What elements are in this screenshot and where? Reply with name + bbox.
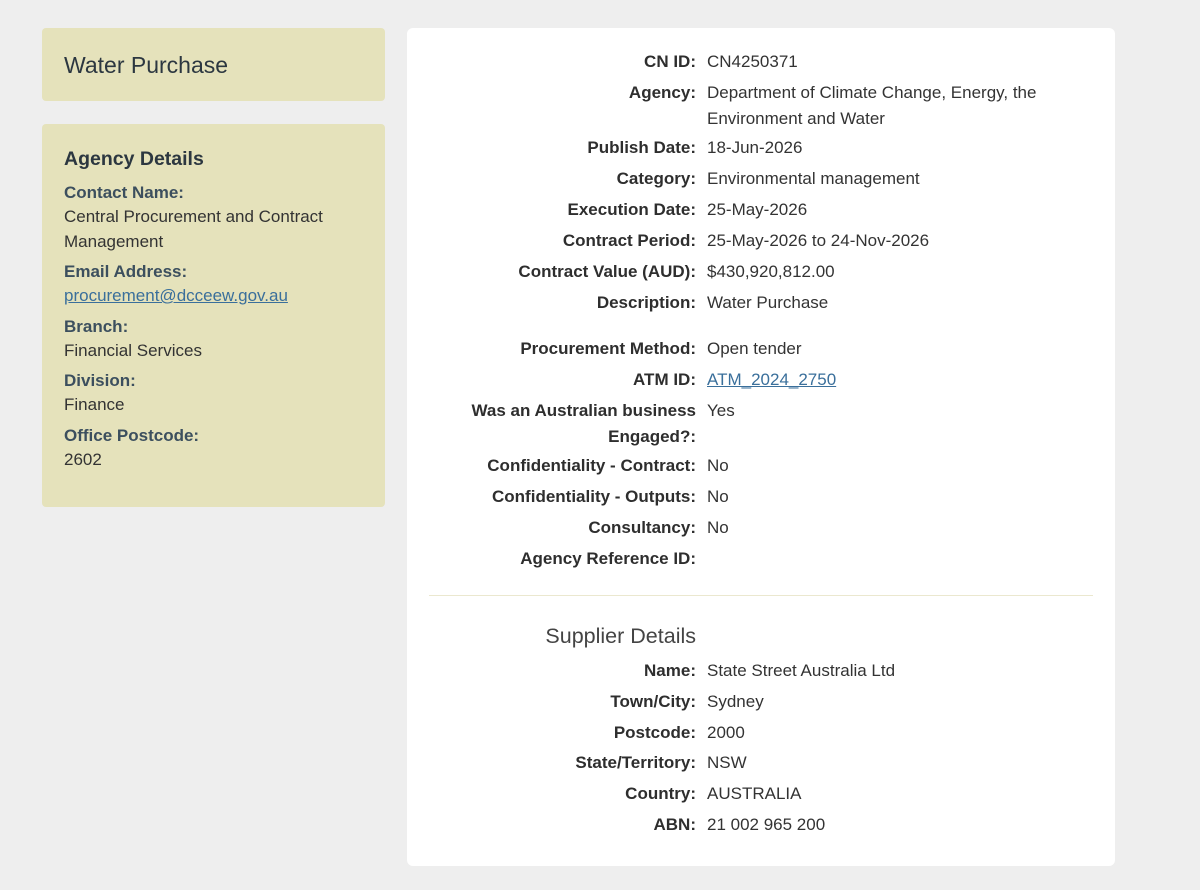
confidentiality-contract-value: No (707, 456, 729, 475)
supplier-country-value: AUSTRALIA (707, 784, 802, 803)
supplier-state-value: NSW (707, 753, 747, 772)
supplier-country-label: Country: (625, 784, 696, 803)
supplier-state-label: State/Territory: (575, 753, 696, 772)
agency-reference-label: Agency Reference ID: (520, 549, 696, 568)
supplier-name-value: State Street Australia Ltd (707, 661, 896, 680)
supplier-name-label: Name: (644, 661, 696, 680)
supplier-postcode-value: 2000 (707, 723, 745, 742)
consultancy-value: No (707, 518, 729, 537)
office-postcode-label: Office Postcode: (64, 425, 200, 445)
supplier-abn-value: 21 002 965 200 (707, 815, 826, 834)
atm-id-label: ATM ID: (633, 370, 696, 389)
supplier-town-value: Sydney (707, 692, 764, 711)
australian-business-label: Was an Australian business Engaged?: (471, 401, 696, 446)
office-postcode-value: 2602 (64, 449, 102, 469)
supplier-town-label: Town/City: (610, 692, 696, 711)
execution-date-label: Execution Date: (567, 200, 696, 219)
contract-details-panel: CN ID: CN4250371 Agency: Department of C… (407, 28, 1115, 866)
page-title: Water Purchase (64, 52, 229, 78)
publish-date-label: Publish Date: (587, 138, 696, 157)
contract-value-label: Contract Value (AUD): (518, 262, 696, 281)
page-title-panel: Water Purchase (42, 28, 385, 101)
agency-label: Agency: (628, 83, 696, 102)
cn-id-value: CN4250371 (707, 52, 798, 71)
contract-period-value: 25-May-2026 to 24-Nov-2026 (707, 231, 930, 250)
contact-name-value: Central Procurement and Contract Managem… (64, 207, 323, 251)
description-value: Water Purchase (707, 293, 829, 312)
agency-details-heading: Agency Details (64, 148, 204, 170)
contract-value-value: $430,920,812.00 (707, 262, 835, 281)
description-label: Description: (596, 293, 696, 312)
confidentiality-outputs-value: No (707, 487, 729, 506)
section-divider (429, 595, 1093, 596)
email-link[interactable]: procurement@dcceew.gov.au (64, 286, 288, 305)
supplier-postcode-label: Postcode: (613, 723, 696, 742)
branch-value: Financial Services (64, 340, 202, 360)
agency-value: Department of Climate Change, Energy, th… (707, 83, 1037, 128)
procurement-method-value: Open tender (707, 339, 802, 358)
contract-period-label: Contract Period: (562, 231, 696, 250)
cn-id-label: CN ID: (644, 52, 696, 71)
execution-date-value: 25-May-2026 (707, 200, 808, 219)
contact-name-label: Contact Name: (64, 183, 184, 202)
atm-id-link[interactable]: ATM_2024_2750 (707, 370, 836, 389)
australian-business-value: Yes (707, 401, 735, 420)
confidentiality-outputs-label: Confidentiality - Outputs: (492, 487, 696, 506)
consultancy-label: Consultancy: (588, 518, 696, 537)
supplier-details-heading: Supplier Details (545, 624, 696, 648)
division-value: Finance (64, 395, 125, 414)
category-label: Category: (616, 169, 696, 188)
branch-label: Branch: (64, 316, 129, 336)
division-label: Division: (64, 371, 136, 390)
agency-details-panel: Agency Details Contact Name: Central Pro… (42, 124, 385, 507)
publish-date-value: 18-Jun-2026 (707, 138, 803, 157)
procurement-method-label: Procurement Method: (520, 339, 696, 358)
confidentiality-contract-label: Confidentiality - Contract: (487, 456, 696, 475)
supplier-abn-label: ABN: (653, 815, 697, 834)
category-value: Environmental management (707, 169, 920, 188)
email-label: Email Address: (64, 262, 188, 281)
